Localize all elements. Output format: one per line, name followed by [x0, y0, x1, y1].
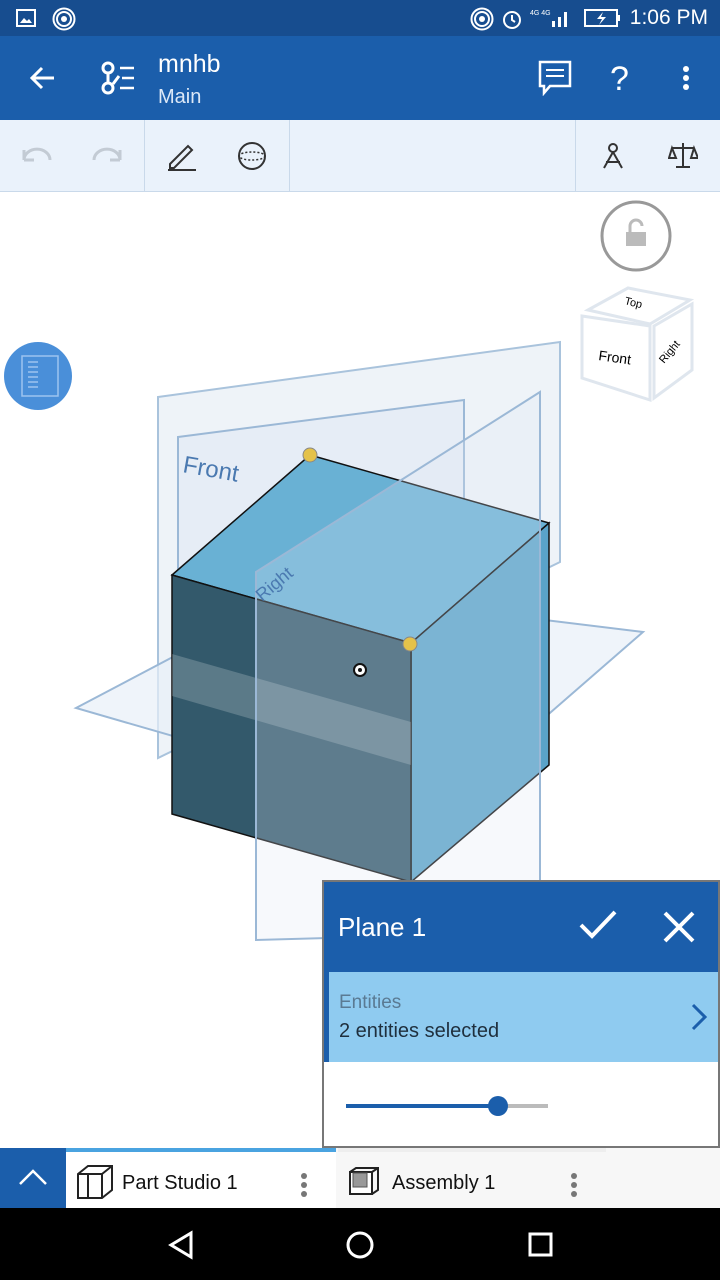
balance-icon[interactable]	[668, 140, 698, 172]
divider	[289, 120, 290, 192]
slider-fill	[346, 1104, 498, 1108]
comment-icon[interactable]	[538, 60, 572, 96]
hotspot-icon	[52, 7, 76, 31]
feature-list-button[interactable]	[4, 342, 72, 410]
system-nav-bar	[0, 1208, 720, 1280]
more-vert-icon[interactable]	[680, 64, 692, 94]
view-rotate-lock-icon[interactable]	[600, 200, 672, 272]
entities-label: Entities	[339, 992, 402, 1013]
close-icon[interactable]	[662, 910, 696, 944]
slider-handle[interactable]	[487, 1096, 508, 1116]
signal-4g-icon: 4G 4G	[530, 10, 567, 27]
entities-value: 2 entities selected	[339, 1020, 500, 1042]
panel-header: Plane 1	[324, 882, 718, 972]
branch-name[interactable]: Main	[158, 86, 201, 109]
alarm-icon	[503, 11, 521, 29]
tab-menu-icon[interactable]	[570, 1172, 578, 1198]
divider	[144, 120, 145, 192]
part-studio-icon	[77, 1165, 113, 1199]
tab-bar: Part Studio 1 Assembly 1	[0, 1148, 720, 1208]
chevron-right-icon[interactable]	[689, 1002, 709, 1032]
plane-feature-panel: Plane 1 Entities 2 entities selected	[322, 880, 720, 1148]
plane-sphere-icon[interactable]	[236, 140, 268, 172]
assembly-icon	[349, 1167, 379, 1195]
help-icon[interactable]: ?	[608, 60, 634, 96]
selected-vertex[interactable]	[302, 447, 318, 463]
tab-label: Part Studio 1	[122, 1172, 238, 1194]
plane-slider[interactable]	[346, 1096, 548, 1116]
battery-charging-icon	[584, 9, 620, 27]
selected-vertex[interactable]	[402, 636, 418, 652]
sketch-pencil-icon[interactable]	[166, 140, 198, 172]
back-icon[interactable]	[168, 1230, 194, 1260]
view-cube[interactable]: Top Front Right	[580, 286, 695, 403]
back-arrow-icon[interactable]	[28, 64, 56, 92]
app-bar: mnhb Main ?	[0, 36, 720, 120]
feature-list-icon	[21, 355, 59, 397]
recents-icon[interactable]	[527, 1231, 555, 1259]
toolbar	[0, 120, 720, 192]
chevron-up-icon	[19, 1169, 47, 1185]
home-icon[interactable]	[345, 1230, 375, 1260]
tab-menu-icon[interactable]	[300, 1172, 308, 1198]
clock: 1:06 PM	[629, 6, 708, 29]
tab-assembly-1[interactable]: Assembly 1	[338, 1148, 606, 1208]
tab-part-studio-1[interactable]: Part Studio 1	[66, 1148, 336, 1208]
version-graph-icon[interactable]	[98, 60, 136, 96]
tab-label: Assembly 1	[392, 1172, 496, 1194]
panel-title: Plane 1	[338, 912, 427, 942]
expand-tabs-button[interactable]	[0, 1148, 66, 1208]
redo-icon[interactable]	[90, 146, 124, 166]
mass-properties-icon[interactable]	[598, 140, 628, 172]
hotspot-icon	[470, 7, 494, 31]
svg-text:4G 4G: 4G 4G	[530, 10, 551, 17]
divider	[575, 120, 576, 192]
undo-icon[interactable]	[20, 146, 54, 166]
confirm-check-icon[interactable]	[578, 908, 618, 942]
document-title: mnhb	[158, 50, 221, 78]
svg-text:?: ?	[610, 60, 629, 96]
image-icon	[16, 9, 36, 27]
entities-field[interactable]: Entities 2 entities selected	[324, 972, 718, 1062]
status-bar: 4G 4G 1:06 PM	[0, 0, 720, 36]
